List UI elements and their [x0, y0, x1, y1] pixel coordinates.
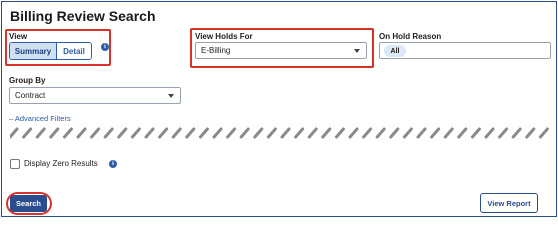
view-detail-button[interactable]: Detail [57, 43, 91, 59]
tear-dash [158, 127, 169, 139]
view-label: View [9, 32, 28, 41]
chevron-down-icon [168, 94, 174, 98]
display-zero-label: Display Zero Results [24, 159, 98, 168]
group-by-select[interactable]: Contract [9, 87, 181, 104]
search-button[interactable]: Search [10, 195, 47, 212]
tear-dash [266, 127, 277, 139]
view-summary-button[interactable]: Summary [10, 43, 57, 59]
tear-dash [171, 127, 182, 139]
tear-dash [280, 127, 291, 139]
tear-dash [49, 127, 60, 139]
holds-value: E-Billing [201, 46, 231, 55]
torn-edge-divider [10, 127, 549, 139]
tear-dash [144, 127, 155, 139]
info-icon[interactable]: i [109, 160, 117, 168]
tear-dash [294, 127, 305, 139]
tear-dash [525, 127, 536, 139]
tear-dash [226, 127, 237, 139]
tear-dash [457, 127, 468, 139]
on-hold-pill-all[interactable]: All [384, 45, 406, 57]
tear-dash [538, 127, 549, 139]
tear-dash [22, 127, 33, 139]
tear-dash [117, 127, 128, 139]
tear-dash [443, 127, 454, 139]
on-hold-label: On Hold Reason [379, 32, 442, 41]
group-by-label: Group By [9, 76, 46, 85]
tear-dash [185, 127, 196, 139]
tear-dash [10, 127, 19, 139]
tear-dash [253, 127, 264, 139]
tear-dash [416, 127, 427, 139]
tear-dash [375, 127, 386, 139]
view-report-button[interactable]: View Report [480, 193, 538, 213]
tear-dash [35, 127, 46, 139]
tear-dash [198, 127, 209, 139]
tear-dash [90, 127, 101, 139]
page-title: Billing Review Search [10, 8, 156, 24]
info-icon[interactable]: i [101, 43, 109, 51]
advanced-filters-label: Advanced Filters [14, 114, 71, 123]
on-hold-multiselect[interactable]: All [379, 42, 551, 59]
tear-dash [348, 127, 359, 139]
chevron-down-icon [354, 49, 360, 53]
tear-dash [62, 127, 73, 139]
tear-dash [498, 127, 509, 139]
tear-dash [239, 127, 250, 139]
tear-dash [321, 127, 332, 139]
view-toggle: Summary Detail [9, 42, 92, 60]
tear-dash [470, 127, 481, 139]
holds-label: View Holds For [195, 32, 253, 41]
group-by-value: Contract [15, 91, 46, 100]
holds-select[interactable]: E-Billing [195, 42, 367, 59]
tear-dash [484, 127, 495, 139]
display-zero-checkbox[interactable] [10, 159, 20, 169]
tear-dash [76, 127, 87, 139]
tear-dash [362, 127, 373, 139]
tear-dash [389, 127, 400, 139]
tear-dash [103, 127, 114, 139]
tear-dash [430, 127, 441, 139]
tear-dash [334, 127, 345, 139]
tear-dash [212, 127, 223, 139]
tear-dash [307, 127, 318, 139]
tear-dash [511, 127, 522, 139]
billing-review-panel: Billing Review Search View Summary Detai… [1, 1, 557, 217]
advanced-filters-toggle[interactable]: – Advanced Filters [9, 114, 71, 123]
tear-dash [130, 127, 141, 139]
tear-dash [402, 127, 413, 139]
